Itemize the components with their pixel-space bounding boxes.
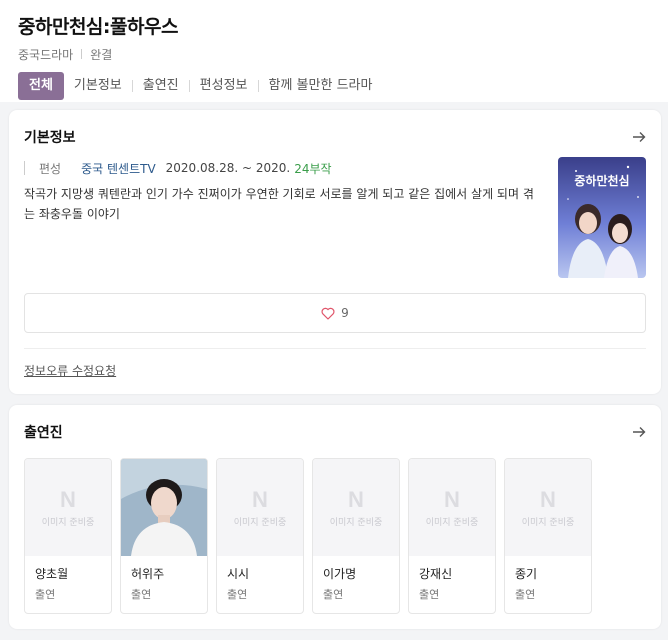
naver-logo-icon: N	[444, 486, 460, 512]
cast-name: 양초월	[35, 567, 69, 581]
naver-logo-icon: N	[60, 486, 76, 512]
cast-photo-placeholder: N 이미지 준비중	[409, 459, 495, 556]
cast-name: 이가명	[323, 567, 357, 581]
episode-count: 24부작	[294, 161, 332, 176]
cast-role: 출연	[419, 588, 440, 601]
cast-photo	[121, 459, 207, 556]
naver-logo-icon: N	[348, 486, 364, 512]
heart-icon	[321, 307, 335, 320]
tab-recommended[interactable]: 함께 볼만한 드라마	[259, 72, 383, 100]
placeholder-text: 이미지 준비중	[329, 517, 383, 528]
meta-divider	[81, 49, 83, 59]
broadcast-label: 편성	[39, 161, 62, 176]
cast-item[interactable]: N 이미지 준비중 이가명 출연	[312, 458, 400, 614]
cast-role: 출연	[35, 588, 56, 601]
info-bar	[24, 161, 25, 175]
basic-info-card: 기본정보 편성 중국 텐센트TV 2020.08.28. ~ 2020. 24부…	[9, 110, 661, 394]
poster-title: 중하만천심	[574, 173, 629, 188]
cast-title: 출연진	[24, 425, 63, 441]
cast-list: N 이미지 준비중 양초월 출연 허위주 출연 N 이미지 준비중 시시 출연 …	[24, 458, 600, 614]
cast-photo-placeholder: N 이미지 준비중	[505, 459, 591, 556]
basic-info-header: 기본정보	[24, 126, 647, 148]
poster-image[interactable]: 중하만천심	[558, 157, 646, 278]
page-title: 중하만천심:풀하우스	[18, 16, 178, 38]
tab-schedule[interactable]: 편성정보	[190, 72, 258, 100]
cast-name: 시시	[227, 567, 250, 581]
like-button[interactable]: 9	[24, 293, 646, 333]
arrow-right-icon[interactable]	[631, 129, 647, 145]
report-error-link[interactable]: 정보오류 수정요청	[24, 362, 116, 379]
basic-info-title: 기본정보	[24, 130, 76, 146]
cast-name: 종기	[515, 567, 538, 581]
page-header: 중하만천심:풀하우스 중국드라마 완결 전체 기본정보 출연진 편성정보 함께 …	[0, 0, 668, 102]
cast-header: 출연진	[24, 421, 647, 443]
cast-photo-placeholder: N 이미지 준비중	[217, 459, 303, 556]
arrow-right-icon[interactable]	[631, 424, 647, 440]
cast-item[interactable]: N 이미지 준비중 종기 출연	[504, 458, 592, 614]
network-link[interactable]: 중국 텐센트TV	[81, 160, 156, 177]
synopsis: 작곡가 지망생 쿼텐란과 인기 가수 진쩌이가 우연한 기회로 서로를 알게 되…	[24, 187, 534, 221]
tab-cast[interactable]: 출연진	[133, 72, 189, 100]
meta-line: 중국드라마 완결	[18, 46, 650, 62]
cast-role: 출연	[515, 588, 536, 601]
divider	[24, 348, 646, 349]
cast-item[interactable]: 허위주 출연	[120, 458, 208, 614]
cast-photo-placeholder: N 이미지 준비중	[313, 459, 399, 556]
cast-name: 허위주	[131, 567, 165, 581]
placeholder-text: 이미지 준비중	[521, 517, 575, 528]
tab-basic-info[interactable]: 기본정보	[64, 72, 132, 100]
cast-role: 출연	[227, 588, 248, 601]
tab-bar: 전체 기본정보 출연진 편성정보 함께 볼만한 드라마	[18, 72, 650, 100]
cast-photo-placeholder: N 이미지 준비중	[25, 459, 111, 556]
like-count: 9	[341, 306, 349, 320]
cast-name: 강재신	[419, 567, 453, 581]
cast-role: 출연	[323, 588, 344, 601]
naver-logo-icon: N	[252, 486, 268, 512]
cast-card: 출연진 N 이미지 준비중 양초월 출연 허위주 출연 N 이미지 준비중 시시…	[9, 405, 661, 629]
cast-item[interactable]: N 이미지 준비중 양초월 출연	[24, 458, 112, 614]
placeholder-text: 이미지 준비중	[41, 517, 95, 528]
tab-all[interactable]: 전체	[18, 72, 64, 100]
naver-logo-icon: N	[540, 486, 556, 512]
cast-role: 출연	[131, 588, 152, 601]
air-dates: 2020.08.28. ~ 2020.	[165, 161, 291, 175]
cast-item[interactable]: N 이미지 준비중 시시 출연	[216, 458, 304, 614]
broadcast-info: 편성 중국 텐센트TV 2020.08.28. ~ 2020. 24부작	[24, 160, 332, 176]
cast-item[interactable]: N 이미지 준비중 강재신 출연	[408, 458, 496, 614]
genre-label: 중국드라마	[18, 47, 74, 62]
placeholder-text: 이미지 준비중	[233, 517, 287, 528]
placeholder-text: 이미지 준비중	[425, 517, 479, 528]
status-label: 완결	[90, 47, 113, 62]
